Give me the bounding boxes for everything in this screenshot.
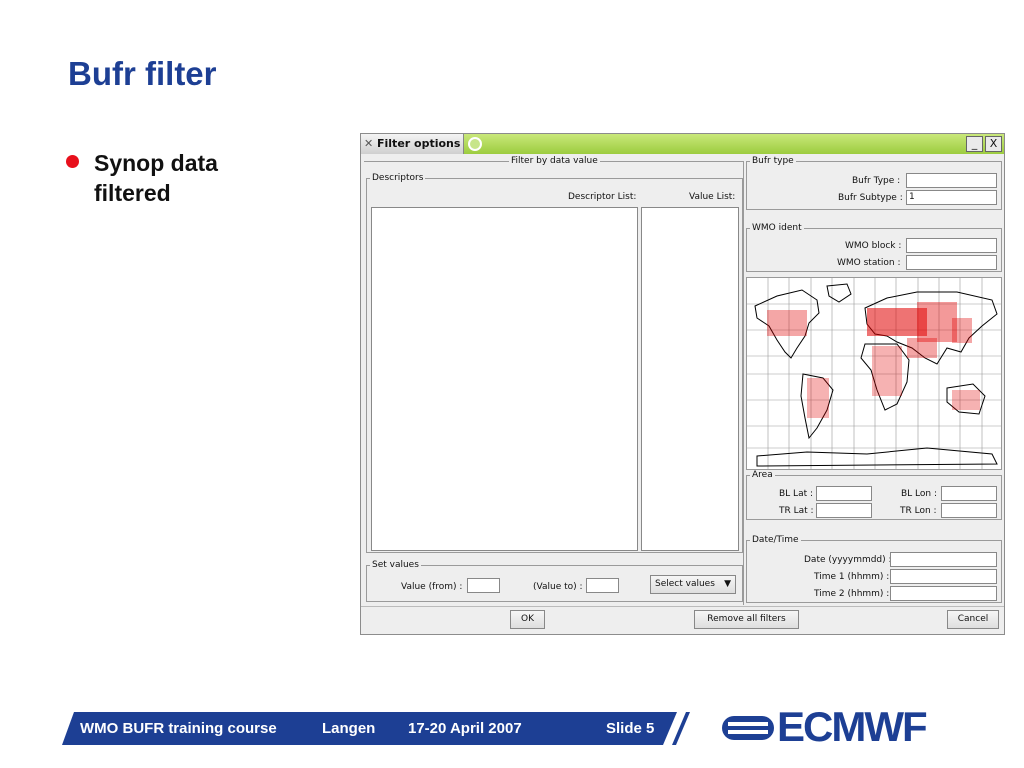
date-label: Date (yyyymmdd) : — [804, 555, 892, 565]
select-values-dropdown[interactable]: Select values ▼ — [650, 575, 736, 594]
tr-lon-input[interactable] — [941, 503, 997, 518]
area-legend: Area — [750, 470, 775, 480]
dropdown-arrow-icon: ▼ — [724, 579, 731, 589]
remove-all-filters-button[interactable]: Remove all filters — [694, 610, 799, 629]
bufr-type-legend: Bufr type — [750, 156, 796, 166]
bl-lat-label: BL Lat : — [779, 489, 814, 499]
tr-lon-label: TR Lon : — [900, 506, 937, 516]
world-map[interactable] — [746, 277, 1002, 470]
time2-label: Time 2 (hhmm) : — [814, 589, 890, 599]
window-titlebar[interactable]: ✕ Filter options _ X — [361, 134, 1004, 154]
filter-by-value-legend: Filter by data value — [509, 156, 600, 166]
ok-button[interactable]: OK — [510, 610, 545, 629]
descriptor-list-header: Descriptor List: — [568, 192, 637, 202]
tr-lat-input[interactable] — [816, 503, 872, 518]
wmo-station-label: WMO station : — [837, 258, 901, 268]
wmo-ident-legend: WMO ident — [750, 223, 804, 233]
value-to-input[interactable] — [586, 578, 619, 593]
close-button[interactable]: X — [985, 136, 1002, 152]
wmo-station-input[interactable] — [906, 255, 997, 270]
value-from-label: Value (from) : — [401, 582, 463, 592]
bufr-subtype-input[interactable]: 1 — [906, 190, 997, 205]
descriptors-legend: Descriptors — [370, 173, 426, 183]
cancel-button[interactable]: Cancel — [947, 610, 999, 629]
dialog-button-bar: OK Remove all filters Cancel — [361, 606, 1004, 634]
bl-lon-input[interactable] — [941, 486, 997, 501]
ecmwf-logo-icon — [722, 716, 774, 740]
footer-place: Langen — [322, 720, 376, 737]
slide-title: Bufr filter — [68, 55, 217, 92]
value-list[interactable] — [641, 207, 739, 551]
value-list-header: Value List: — [689, 192, 736, 202]
value-from-input[interactable] — [467, 578, 500, 593]
bufr-type-input[interactable] — [906, 173, 997, 188]
value-to-label: (Value to) : — [533, 582, 583, 592]
date-input[interactable] — [890, 552, 997, 567]
time2-input[interactable] — [890, 586, 997, 601]
app-swirl-icon — [468, 137, 482, 151]
time1-input[interactable] — [890, 569, 997, 584]
time1-label: Time 1 (hhmm) : — [814, 572, 890, 582]
footer-course: WMO BUFR training course — [80, 720, 277, 737]
bl-lat-input[interactable] — [816, 486, 872, 501]
footer-slide-number: Slide 5 — [606, 720, 655, 737]
footer-dates: 17-20 April 2007 — [408, 720, 522, 737]
tr-lat-label: TR Lat : — [779, 506, 814, 516]
station-points — [767, 302, 980, 418]
ecmwf-logo-text: ECMWF — [777, 703, 928, 750]
bullet-dot-icon — [66, 155, 79, 168]
select-values-label: Select values — [655, 579, 715, 589]
bl-lon-label: BL Lon : — [901, 489, 938, 499]
window-menu-icon[interactable]: ✕ — [364, 137, 373, 150]
window-title: Filter options — [377, 137, 461, 150]
date-time-legend: Date/Time — [750, 535, 801, 545]
minimize-button[interactable]: _ — [966, 136, 983, 152]
bufr-subtype-label: Bufr Subtype : — [838, 193, 903, 203]
filter-options-window: ✕ Filter options _ X Filter by data valu… — [360, 133, 1005, 635]
set-values-legend: Set values — [370, 560, 421, 570]
wmo-block-input[interactable] — [906, 238, 997, 253]
descriptor-list[interactable] — [371, 207, 638, 551]
bufr-type-label: Bufr Type : — [852, 176, 901, 186]
bullet-text: Synop data filtered — [94, 150, 218, 206]
wmo-block-label: WMO block : — [845, 241, 902, 251]
window-title-tab[interactable]: ✕ Filter options — [361, 134, 464, 154]
world-map-svg — [747, 278, 1001, 469]
